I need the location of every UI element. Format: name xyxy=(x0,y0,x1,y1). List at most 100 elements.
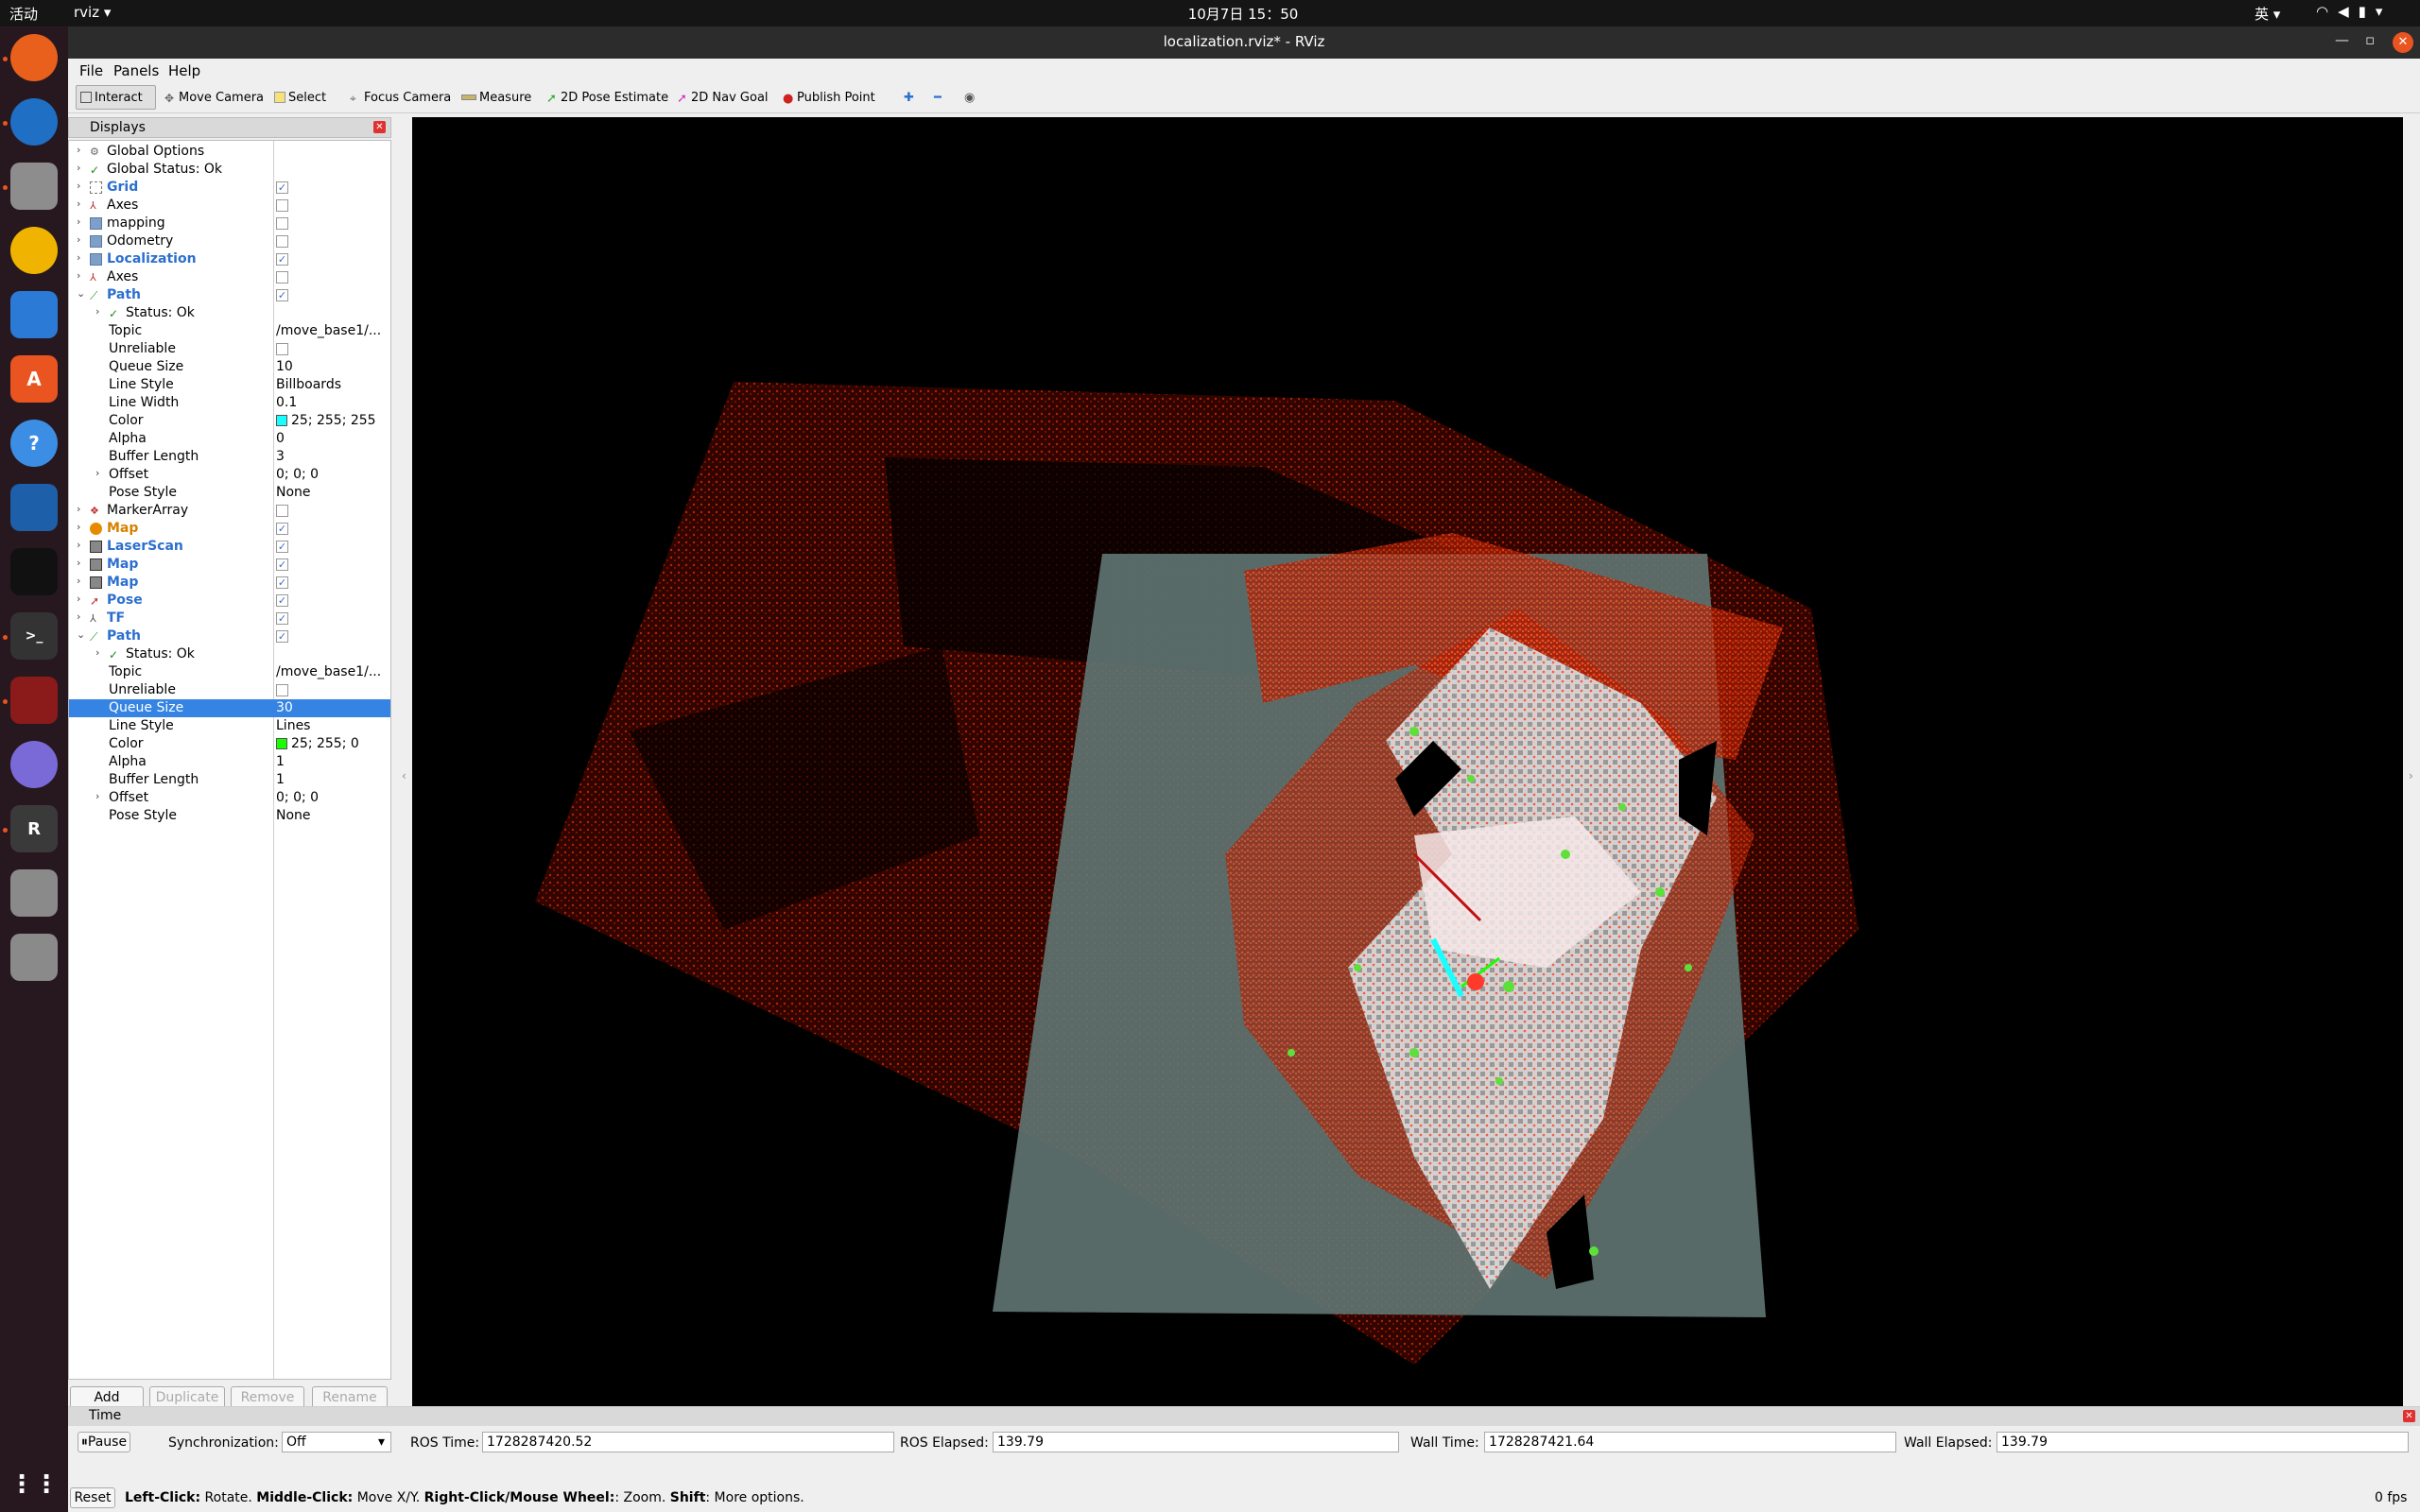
property-value[interactable]: Lines xyxy=(276,718,388,733)
thunderbird-icon[interactable] xyxy=(10,98,58,146)
expand-arrow-icon[interactable]: › xyxy=(77,521,80,533)
app-grid-icon[interactable]: ⋮⋮ xyxy=(9,1461,59,1508)
displays-tree[interactable]: › ⚙ Global Options › ✓ Global Status: Ok… xyxy=(68,140,391,1380)
enable-checkbox[interactable]: ✓ xyxy=(276,253,288,266)
tree-row-map[interactable]: › Map ✓ xyxy=(69,574,390,592)
focus-camera-tool[interactable]: ⌖ Focus Camera xyxy=(346,85,455,110)
collapse-arrow-icon[interactable]: ⌄ xyxy=(77,628,85,641)
expand-arrow-icon[interactable]: › xyxy=(77,593,80,605)
remove-tool-button[interactable]: ━ xyxy=(930,85,945,110)
property-value[interactable]: 0; 0; 0 xyxy=(276,790,388,805)
property-value[interactable]: 0 xyxy=(276,431,388,446)
tree-row-map[interactable]: › Map ✓ xyxy=(69,556,390,574)
expand-arrow-icon[interactable]: › xyxy=(77,233,80,246)
wall-time-field[interactable]: 1728287421.64 xyxy=(1484,1432,1896,1452)
ros-elapsed-field[interactable]: 139.79 xyxy=(993,1432,1399,1452)
enable-checkbox[interactable]: ✓ xyxy=(276,289,288,301)
expand-arrow-icon[interactable]: › xyxy=(77,503,80,515)
close-button[interactable]: ✕ xyxy=(2393,32,2413,53)
property-value[interactable]: 25; 255; 255 xyxy=(276,413,388,428)
writer-icon[interactable] xyxy=(10,291,58,338)
property-topic[interactable]: Topic /move_base1/... xyxy=(69,322,390,340)
property-value[interactable]: 1 xyxy=(276,772,388,787)
add-tool-button[interactable]: ✚ xyxy=(900,85,918,110)
property-line-width[interactable]: Line Width 0.1 xyxy=(69,394,390,412)
menu-help[interactable]: Help xyxy=(168,62,200,79)
tree-row-status[interactable]: › ✓ Status: Ok xyxy=(69,645,390,663)
unreliable-checkbox[interactable] xyxy=(276,684,288,696)
enable-checkbox[interactable]: ✓ xyxy=(276,541,288,553)
property-value[interactable]: 3 xyxy=(276,449,388,464)
pause-button[interactable]: ⏸Pause xyxy=(78,1432,130,1452)
expand-arrow-icon[interactable]: › xyxy=(95,790,99,802)
tool-properties-button[interactable]: ◉ xyxy=(960,85,978,110)
enable-checkbox[interactable] xyxy=(276,271,288,284)
enable-checkbox[interactable] xyxy=(276,199,288,212)
files-icon[interactable] xyxy=(10,163,58,210)
rhythmbox-icon[interactable] xyxy=(10,227,58,274)
property-value[interactable]: None xyxy=(276,485,388,500)
select-tool[interactable]: Select xyxy=(270,85,330,110)
activities-button[interactable]: 活动 xyxy=(9,4,38,24)
enable-checkbox[interactable]: ✓ xyxy=(276,630,288,643)
collapse-arrow-icon[interactable]: ⌄ xyxy=(77,287,85,300)
close-icon[interactable]: ✕ xyxy=(373,121,386,133)
input-method-indicator[interactable]: 英 ▾ xyxy=(2255,4,2280,24)
enable-checkbox[interactable]: ✓ xyxy=(276,612,288,625)
tree-row-localization[interactable]: › Localization ✓ xyxy=(69,250,390,268)
tree-row-global-status[interactable]: › ✓ Global Status: Ok xyxy=(69,161,390,179)
clock[interactable]: 10月7日 15：50 xyxy=(1134,4,1352,24)
unreliable-checkbox[interactable] xyxy=(276,343,288,355)
property-color[interactable]: Color 25; 255; 255 xyxy=(69,412,390,430)
tree-row-map[interactable]: › Map ✓ xyxy=(69,520,390,538)
close-icon[interactable]: ✕ xyxy=(2403,1410,2415,1422)
property-line-style[interactable]: Line Style Lines xyxy=(69,717,390,735)
wall-elapsed-field[interactable]: 139.79 xyxy=(1996,1432,2409,1452)
property-value[interactable]: 30 xyxy=(276,700,388,715)
expand-arrow-icon[interactable]: › xyxy=(77,557,80,569)
expand-arrow-icon[interactable]: › xyxy=(95,467,99,479)
publish-point-tool[interactable]: ● Publish Point xyxy=(779,85,879,110)
expand-arrow-icon[interactable]: › xyxy=(77,539,80,551)
pose-estimate-tool[interactable]: ➚ 2D Pose Estimate xyxy=(543,85,672,110)
property-value[interactable]: /move_base1/... xyxy=(276,664,388,679)
property-unreliable[interactable]: Unreliable xyxy=(69,340,390,358)
move-camera-tool[interactable]: ✥ Move Camera xyxy=(161,85,268,110)
app-icon[interactable] xyxy=(10,677,58,724)
property-value[interactable]: 25; 255; 0 xyxy=(276,736,388,751)
property-line-style[interactable]: Line Style Billboards xyxy=(69,376,390,394)
expand-arrow-icon[interactable]: › xyxy=(77,144,80,156)
enable-checkbox[interactable]: ✓ xyxy=(276,576,288,589)
tree-row-global-options[interactable]: › ⚙ Global Options xyxy=(69,143,390,161)
property-pose-style[interactable]: Pose Style None xyxy=(69,807,390,825)
property-buffer-length[interactable]: Buffer Length 1 xyxy=(69,771,390,789)
property-pose-style[interactable]: Pose Style None xyxy=(69,484,390,502)
system-tray[interactable]: ◠◀▮▾ xyxy=(2316,3,2392,20)
qq-icon[interactable] xyxy=(10,548,58,595)
property-value[interactable]: None xyxy=(276,808,388,823)
expand-arrow-icon[interactable]: › xyxy=(77,610,80,623)
tree-row-axes[interactable]: › ⅄ Axes xyxy=(69,268,390,286)
expand-arrow-icon[interactable]: › xyxy=(77,251,80,264)
app-menu[interactable]: rviz ▾ xyxy=(74,4,111,21)
help-icon[interactable]: ? xyxy=(10,420,58,467)
tree-row-laserscan[interactable]: › LaserScan ✓ xyxy=(69,538,390,556)
property-alpha[interactable]: Alpha 1 xyxy=(69,753,390,771)
rviz-icon[interactable]: R xyxy=(10,805,58,852)
property-value[interactable]: Billboards xyxy=(276,377,388,392)
sync-select[interactable]: Off ▾ xyxy=(282,1432,391,1452)
tree-row-markerarray[interactable]: › ❖ MarkerArray xyxy=(69,502,390,520)
property-queue-size-selected[interactable]: Queue Size 30 xyxy=(69,699,390,717)
property-value[interactable]: 0; 0; 0 xyxy=(276,467,388,482)
property-unreliable[interactable]: Unreliable xyxy=(69,681,390,699)
measure-tool[interactable]: Measure xyxy=(458,85,535,110)
expand-arrow-icon[interactable]: › xyxy=(77,269,80,282)
right-splitter[interactable]: › xyxy=(2405,117,2420,1416)
property-offset[interactable]: › Offset 0; 0; 0 xyxy=(69,466,390,484)
vscode-icon[interactable] xyxy=(10,484,58,531)
property-buffer-length[interactable]: Buffer Length 3 xyxy=(69,448,390,466)
property-offset[interactable]: › Offset 0; 0; 0 xyxy=(69,789,390,807)
tree-row-axes[interactable]: › ⅄ Axes xyxy=(69,197,390,215)
drive-icon[interactable] xyxy=(10,934,58,981)
panel-splitter[interactable]: ‹ xyxy=(401,117,410,1416)
